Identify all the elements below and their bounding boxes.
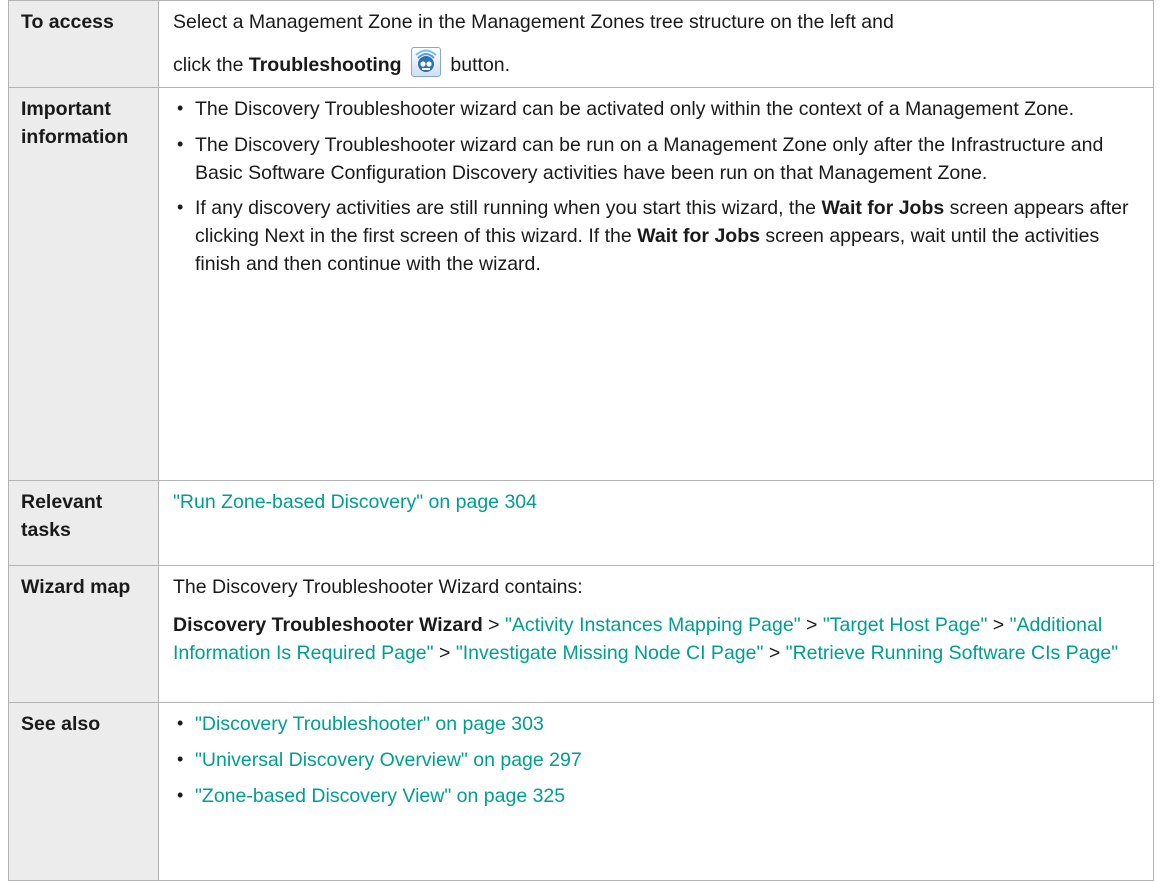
row-label-important-information: Important information bbox=[8, 87, 159, 482]
list-item: "Universal Discovery Overview" on page 2… bbox=[173, 747, 1139, 775]
wait-for-jobs-label: Wait for Jobs bbox=[821, 197, 945, 220]
wait-for-jobs-label: Wait for Jobs bbox=[637, 225, 760, 248]
see-also-list: "Discovery Troubleshooter" on page 303 "… bbox=[173, 711, 1139, 810]
wizard-map-separator: > bbox=[433, 641, 456, 664]
wizard-map-path: Discovery Troubleshooter Wizard > "Activ… bbox=[173, 612, 1139, 667]
access-text-post: button. bbox=[445, 53, 511, 76]
table-row: Wizard map The Discovery Troubleshooter … bbox=[8, 565, 1154, 704]
link-retrieve-running-software-cis-page[interactable]: "Retrieve Running Software CIs Page" bbox=[786, 642, 1119, 664]
list-item: The Discovery Troubleshooter wizard can … bbox=[173, 132, 1139, 187]
wizard-map-separator: > bbox=[482, 614, 505, 637]
row-label-wizard-map: Wizard map bbox=[8, 565, 159, 704]
access-text-pre: click the bbox=[173, 53, 249, 76]
row-label-to-access: To access bbox=[8, 0, 159, 89]
troubleshooting-label: Troubleshooting bbox=[248, 53, 402, 76]
list-item: If any discovery activities are still ru… bbox=[173, 195, 1139, 278]
wizard-map-separator: > bbox=[987, 614, 1010, 637]
list-item: "Discovery Troubleshooter" on page 303 bbox=[173, 711, 1139, 739]
link-investigate-missing-node-ci-page[interactable]: "Investigate Missing Node CI Page" bbox=[456, 642, 764, 664]
troubleshooting-icon[interactable] bbox=[411, 46, 442, 77]
access-text-line1: Select a Management Zone in the Manageme… bbox=[173, 11, 894, 33]
row-content-important-information: The Discovery Troubleshooter wizard can … bbox=[158, 87, 1154, 482]
row-content-see-also: "Discovery Troubleshooter" on page 303 "… bbox=[158, 702, 1154, 881]
wizard-map-intro: The Discovery Troubleshooter Wizard cont… bbox=[173, 576, 583, 599]
table-row: To access Select a Management Zone in th… bbox=[8, 0, 1154, 89]
link-universal-discovery-overview[interactable]: "Universal Discovery Overview" on page 2… bbox=[195, 749, 582, 771]
link-activity-instances-mapping-page[interactable]: "Activity Instances Mapping Page" bbox=[505, 614, 801, 636]
info-table: To access Select a Management Zone in th… bbox=[8, 0, 1154, 881]
link-zone-based-discovery-view[interactable]: "Zone-based Discovery View" on page 325 bbox=[195, 785, 565, 807]
wizard-map-separator: > bbox=[763, 641, 786, 664]
row-label-see-also: See also bbox=[8, 702, 159, 881]
row-content-wizard-map: The Discovery Troubleshooter Wizard cont… bbox=[158, 565, 1154, 704]
bullet3-text-a: If any discovery activities are still ru… bbox=[195, 197, 822, 220]
row-content-to-access: Select a Management Zone in the Manageme… bbox=[158, 0, 1154, 89]
wizard-map-start: Discovery Troubleshooter Wizard bbox=[173, 614, 483, 637]
access-text-line2: click the Troubleshooting button. bbox=[173, 46, 1139, 80]
wizard-map-separator: > bbox=[800, 614, 823, 637]
table-row: Important information The Discovery Trou… bbox=[8, 87, 1154, 482]
list-item: "Zone-based Discovery View" on page 325 bbox=[173, 783, 1139, 811]
link-discovery-troubleshooter[interactable]: "Discovery Troubleshooter" on page 303 bbox=[195, 713, 544, 735]
table-row: See also "Discovery Troubleshooter" on p… bbox=[8, 702, 1154, 881]
row-label-relevant-tasks: Relevant tasks bbox=[8, 480, 159, 567]
link-target-host-page[interactable]: "Target Host Page" bbox=[823, 614, 988, 636]
table-row: Relevant tasks "Run Zone-based Discovery… bbox=[8, 480, 1154, 567]
link-run-zone-based-discovery[interactable]: "Run Zone-based Discovery" on page 304 bbox=[173, 491, 537, 513]
important-bullet-list: The Discovery Troubleshooter wizard can … bbox=[173, 96, 1139, 278]
list-item: The Discovery Troubleshooter wizard can … bbox=[173, 96, 1139, 124]
row-content-relevant-tasks: "Run Zone-based Discovery" on page 304 bbox=[158, 480, 1154, 567]
